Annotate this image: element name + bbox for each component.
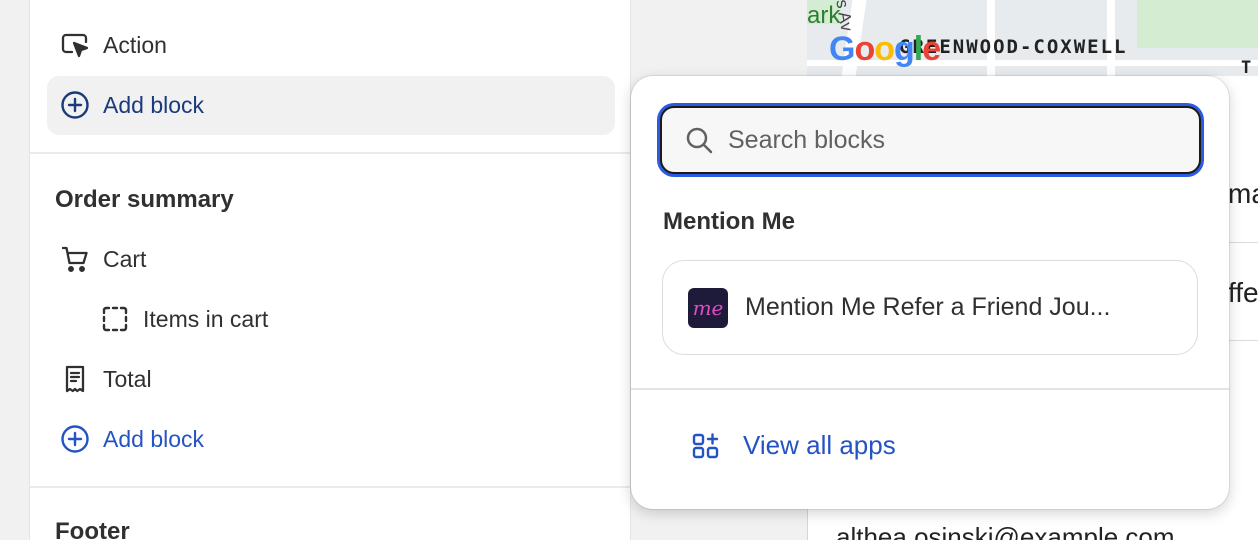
map-preview: ark s Av GREENWOOD-COXWELL T Google xyxy=(807,0,1258,76)
section-divider xyxy=(30,152,630,154)
add-block-popover: Mention Me me Mention Me Refer a Friend … xyxy=(631,76,1229,509)
receipt-icon xyxy=(59,363,91,395)
cursor-click-icon xyxy=(59,29,91,61)
apps-grid-plus-icon xyxy=(691,431,721,461)
add-block-button-bottom[interactable]: Add block xyxy=(59,423,204,455)
sidebar-item-action[interactable]: Action xyxy=(59,29,167,61)
view-all-apps-label: View all apps xyxy=(743,430,896,460)
sidebar-item-label: Cart xyxy=(103,245,147,272)
cart-icon xyxy=(59,243,91,275)
preview-email: althea.osinski@example.com xyxy=(836,522,1175,540)
popover-divider xyxy=(631,388,1229,390)
section-title-footer: Footer xyxy=(55,518,130,540)
search-icon xyxy=(684,125,714,155)
section-divider xyxy=(30,486,630,488)
sidebar-item-items-in-cart[interactable]: Items in cart xyxy=(99,303,268,335)
dashed-square-icon xyxy=(99,303,131,335)
search-field[interactable] xyxy=(660,106,1201,174)
sidebar-item-cart[interactable]: Cart xyxy=(59,243,146,275)
mention-me-logo: me xyxy=(688,287,728,328)
app-block-mention-me[interactable]: me Mention Me Refer a Friend Jou... xyxy=(662,260,1198,355)
preview-text-fragment: ma xyxy=(1228,178,1258,209)
app-block-name: Mention Me Refer a Friend Jou... xyxy=(745,293,1111,321)
add-block-button-top[interactable]: Add block xyxy=(59,89,204,121)
map-park xyxy=(1137,0,1258,48)
sidebar-item-label: Items in cart xyxy=(143,305,269,332)
map-label-t: T xyxy=(1241,58,1254,76)
preview-divider xyxy=(1228,242,1258,243)
sidebar-item-label: Total xyxy=(103,365,152,392)
sidebar-item-label: Action xyxy=(103,31,167,58)
add-block-label: Add block xyxy=(103,91,205,118)
sidebar-panel: Action Add block Order summary Cart Item xyxy=(29,0,631,540)
sidebar-item-total[interactable]: Total xyxy=(59,363,152,395)
section-title-order-summary: Order summary xyxy=(55,186,234,213)
app-group-title: Mention Me xyxy=(663,208,795,235)
plus-circle-icon xyxy=(59,423,91,455)
google-logo: Google xyxy=(829,30,941,68)
preview-text-fragment: ffe xyxy=(1228,277,1258,308)
preview-divider xyxy=(1228,340,1258,341)
add-block-label: Add block xyxy=(103,425,205,452)
view-all-apps-link[interactable]: View all apps xyxy=(691,430,896,461)
search-input[interactable] xyxy=(728,125,1168,155)
plus-circle-icon xyxy=(59,89,91,121)
